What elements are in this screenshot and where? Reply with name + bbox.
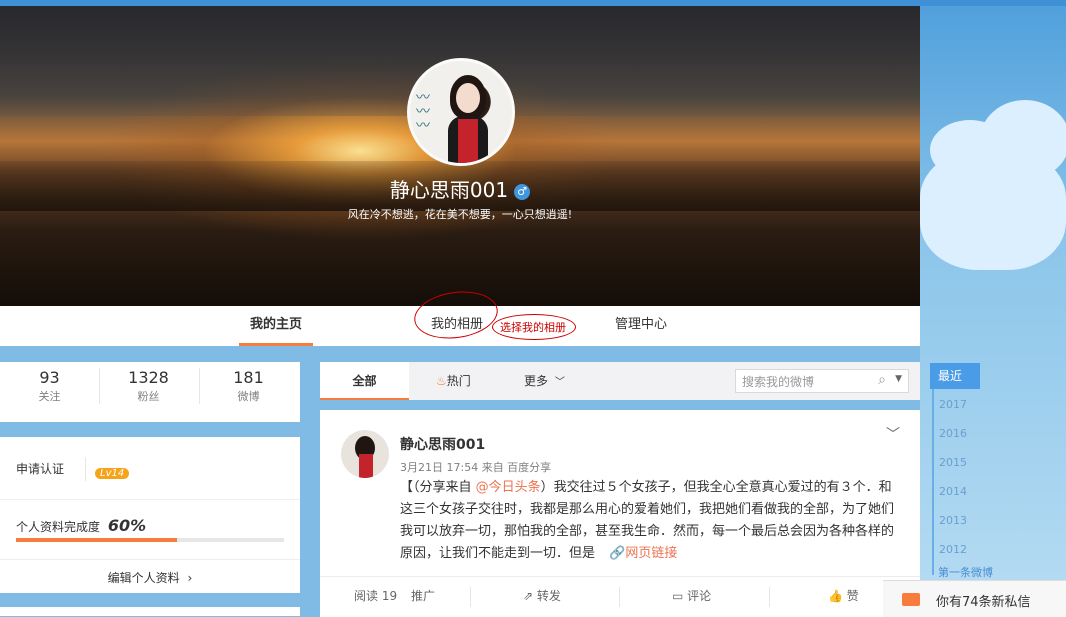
verify-link[interactable]: 申请认证 (16, 460, 64, 477)
post-author[interactable]: 静心思雨001 (400, 434, 485, 454)
avatar-stole (359, 454, 373, 478)
repost-button[interactable]: ⇗ 转发 (523, 577, 561, 615)
message-notification[interactable]: 你有74条新私信 (883, 580, 1066, 617)
repost-label: 转发 (536, 589, 561, 603)
male-icon: ♂ (514, 183, 531, 200)
edit-profile-link[interactable]: 编辑个人资料 › (0, 569, 300, 586)
post-link-label: 网页链接 (625, 546, 678, 561)
post-actions: 阅读 19 推广 ⇗ 转发 ▭ 评论 👍 赞 (320, 576, 920, 617)
post-meta: 3月21日 17:54 来自 百度分享 (400, 461, 552, 474)
stat-label: 粉丝 (137, 390, 160, 403)
completion-value: 60% (107, 516, 147, 535)
promote-button[interactable]: 推广 (411, 577, 435, 615)
chevron-right-icon: › (187, 571, 193, 585)
background-cloud (920, 150, 1066, 270)
stat-weibo[interactable]: 181 微博 (199, 362, 298, 404)
completion-track (16, 538, 284, 542)
timeline-year-2014[interactable]: 2014 (939, 485, 967, 498)
timeline-year-2012[interactable]: 2012 (939, 543, 967, 556)
profile-name-row: 静心思雨001 ♂ (0, 174, 920, 203)
timeline-line (932, 389, 934, 575)
next-card (0, 607, 300, 616)
divider (0, 499, 300, 500)
divider (619, 587, 620, 607)
completion-row: 个人资料完成度 60% (16, 516, 146, 535)
timeline-year-2017[interactable]: 2017 (939, 398, 967, 411)
divider (769, 587, 770, 607)
stat-label: 微博 (237, 390, 260, 403)
avatar-stole (458, 119, 478, 163)
tab-all[interactable]: 全部 (320, 362, 409, 400)
stats-card: 93 关注 1328 粉丝 181 微博 (0, 362, 300, 422)
stat-value: 1328 (128, 368, 169, 387)
post-mention[interactable]: @今日头条 (476, 480, 541, 495)
divider (85, 457, 86, 481)
tab-hot[interactable]: ♨热门 (436, 362, 471, 400)
comment-icon: ▭ (672, 589, 684, 603)
annotation-label: 选择我的相册 (500, 321, 566, 334)
tab-home[interactable]: 我的主页 (239, 306, 313, 346)
edit-profile-label: 编辑个人资料 (107, 571, 180, 585)
search-dropdown-icon[interactable]: ▼ (895, 374, 902, 384)
search-icon[interactable]: ⌕ (878, 372, 886, 388)
profile-cover: 〰〰〰 静心思雨001 ♂ 风在冷不想逃，花在美不想要，一心只想逍遥! (0, 6, 920, 306)
level-badge-wrap[interactable]: Lv14 (95, 461, 130, 480)
profile-name[interactable]: 静心思雨001 (390, 178, 508, 202)
timeline-year-2015[interactable]: 2015 (939, 456, 967, 469)
profile-avatar[interactable]: 〰〰〰 (407, 58, 515, 166)
fire-icon: ♨ (436, 374, 447, 388)
timeline-current[interactable]: 最近 (930, 363, 980, 389)
post-web-link[interactable]: 🔗网页链接 (609, 546, 677, 561)
like-label: 赞 (846, 589, 859, 603)
post-body: 【（分享来自 @今日头条）我交往过５个女孩子，但我全心全意真心爱过的有３个．和这… (400, 477, 895, 565)
stat-label: 关注 (38, 390, 61, 403)
level-badge: Lv14 (95, 468, 130, 479)
post-avatar[interactable] (341, 430, 389, 478)
info-card: 申请认证 Lv14 个人资料完成度 60% 编辑个人资料 › (0, 437, 300, 593)
comment-label: 评论 (687, 589, 712, 603)
comment-button[interactable]: ▭ 评论 (672, 577, 711, 615)
timeline-year-2013[interactable]: 2013 (939, 514, 967, 527)
tab-more-label: 更多 (524, 374, 549, 388)
divider (0, 559, 300, 560)
repost-icon: ⇗ (523, 589, 534, 603)
profile-motto: 风在冷不想逃，花在美不想要，一心只想逍遥! (347, 208, 573, 221)
thumbs-up-icon: 👍 (828, 589, 843, 603)
post-menu-chevron-icon[interactable]: ﹀ (886, 424, 900, 444)
timeline-first-post[interactable]: 第一条微博 (938, 564, 993, 580)
like-button[interactable]: 👍 赞 (828, 577, 859, 615)
completion-label: 个人资料完成度 (16, 520, 101, 534)
stat-followers[interactable]: 1328 粉丝 (99, 362, 198, 404)
calligraphy-decoration: 〰〰〰 (416, 90, 430, 134)
link-icon: 🔗 (609, 546, 626, 561)
stat-value: 93 (39, 368, 60, 387)
tab-more[interactable]: 更多 ﹀ (524, 362, 565, 400)
envelope-icon (902, 593, 920, 606)
chevron-down-icon: ﹀ (554, 377, 565, 388)
divider (470, 587, 471, 607)
tab-admin[interactable]: 管理中心 (615, 306, 667, 346)
stat-following[interactable]: 93 关注 (0, 362, 99, 404)
avatar-face (456, 83, 480, 113)
read-count: 阅读 19 (354, 589, 398, 603)
completion-fill (16, 538, 177, 542)
tab-hot-label: 热门 (446, 374, 471, 388)
message-text: 你有74条新私信 (936, 595, 1031, 610)
profile-nav: 我的主页 我的相册 管理中心 选择我的相册 (0, 286, 920, 346)
stat-value: 181 (233, 368, 264, 387)
search-input[interactable]: 搜索我的微博 ⌕ ▼ (735, 369, 909, 393)
post-text-pre: 【（分享来自 (400, 480, 476, 495)
search-placeholder: 搜索我的微博 (742, 375, 815, 389)
feed-tabs: 全部 ♨热门 更多 ﹀ 搜索我的微博 ⌕ ▼ (320, 362, 920, 400)
timeline-year-2016[interactable]: 2016 (939, 427, 967, 440)
